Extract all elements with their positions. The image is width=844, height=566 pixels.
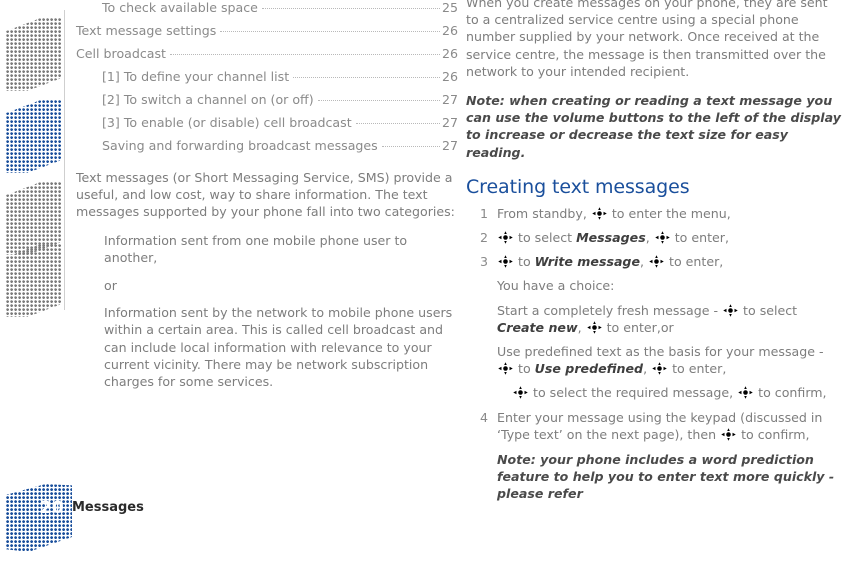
list-item: or (104, 278, 117, 294)
page-title: Creating text messages (466, 175, 690, 198)
toc-entry-page: 27 (441, 115, 458, 130)
choice-create-new: Start a completely fresh message - to se… (497, 302, 798, 335)
navigation-key-icon (498, 362, 513, 375)
emphasised-term: Write message (534, 254, 640, 270)
toc-entry-label: [3] To enable (or disable) cell broadcas… (102, 115, 352, 130)
choice-select-message: to select the required message, to confi… (466, 384, 842, 401)
toc-dot-leader (317, 100, 440, 101)
toc-dot-leader (355, 123, 440, 124)
navigation-key-icon (513, 386, 528, 400)
step-text: to Write message, to enter, (497, 253, 842, 270)
navigation-key-icon (586, 321, 602, 334)
toc-entry[interactable]: To check available space 25 (76, 0, 458, 19)
list-item: Information sent from one mobile phone u… (104, 232, 408, 265)
footer-section-title: Messages (72, 500, 144, 515)
toc-entry[interactable]: [1] To define your channel list 26 (76, 65, 458, 88)
toc-dot-leader (381, 146, 440, 147)
note-volume-buttons: Note: when creating or reading a text me… (466, 93, 841, 160)
toc-dot-leader (170, 54, 440, 55)
toc-entry[interactable]: Saving and forwarding broadcast messages… (76, 134, 458, 157)
step-number: 1 (479, 205, 488, 221)
toc-dot-leader (293, 77, 440, 78)
table-of-contents: To check available space 25 Text message s… (76, 0, 458, 157)
section-tab-active-messages (6, 100, 62, 173)
toc-entry-page: 26 (441, 69, 458, 84)
step-text: From standby, to enter the menu, (497, 205, 731, 221)
toc-entry-page: 27 (441, 138, 458, 153)
section-tab-strip (0, 0, 64, 480)
navigation-key-icon (649, 255, 664, 268)
toc-entry-label: To check available space (102, 0, 258, 15)
footer-blob-graphic (6, 484, 72, 552)
navigation-key-icon (498, 255, 513, 268)
toc-entry-label: [1] To define your channel list (102, 69, 290, 84)
toc-entry-label: Cell broadcast (76, 46, 166, 61)
navigation-key-icon (498, 231, 513, 244)
toc-entry-label: Saving and forwarding broadcast messages (102, 138, 378, 153)
step-text: to select Messages, to enter, (497, 229, 842, 246)
left-column: To check available space 25 Text message s… (76, 0, 458, 390)
note-word-prediction: Note: your phone includes a word predict… (497, 452, 835, 502)
toc-entry[interactable]: Cell broadcast 26 (76, 42, 458, 65)
right-column: When you create messages on your phone, … (466, 0, 842, 503)
step-number: 3 (479, 254, 488, 270)
navigation-key-icon (654, 231, 670, 244)
column-divider-rule (64, 10, 65, 310)
step-number: 4 (479, 409, 488, 425)
choice-use-predefined: Use predefined text as the basis for you… (497, 344, 824, 377)
numbered-step-4: 4 Enter your message using the keypad (di… (466, 409, 842, 443)
service-centre-paragraph: When you create messages on your phone, … (466, 0, 828, 79)
page-footer: 20 Messages (0, 484, 300, 556)
toc-dot-leader (261, 8, 440, 9)
step-item: 2 to select Messages, to enter, (466, 229, 842, 246)
emphasised-term: Messages (576, 230, 646, 246)
emphasised-term: Use predefined (534, 361, 644, 377)
numbered-steps: 1 From standby, to enter the menu, 2 to se… (466, 205, 842, 271)
intro-paragraph: Text messages (or Short Messaging Servic… (76, 170, 455, 220)
page-number: 20 (40, 498, 64, 518)
navigation-key-icon (738, 386, 753, 400)
toc-dot-leader (220, 31, 440, 32)
toc-entry-page: 27 (441, 92, 458, 107)
emphasised-term: Create new (497, 319, 578, 335)
section-tab-inactive-1 (6, 18, 62, 91)
toc-entry-page: 25 (441, 0, 458, 15)
step-item: 4 Enter your message using the keypad (di… (466, 409, 842, 443)
toc-entry-label: Text message settings (76, 23, 217, 38)
choice-intro: You have a choice: (497, 278, 615, 294)
toc-entry[interactable]: Text message settings 26 (76, 19, 458, 42)
toc-entry-page: 26 (441, 23, 458, 38)
section-tab-inactive-3 (6, 244, 62, 317)
toc-entry-label: [2] To switch a channel on (or off) (102, 92, 314, 107)
navigation-key-icon (721, 428, 736, 441)
navigation-key-icon (652, 362, 667, 375)
navigation-key-icon (723, 303, 738, 317)
toc-entry[interactable]: [3] To enable (or disable) cell broadcas… (76, 111, 458, 134)
toc-entry[interactable]: [2] To switch a channel on (or off) 27 (76, 88, 458, 111)
step-item: 3 to Write message, to enter, (466, 253, 842, 270)
navigation-key-icon (592, 207, 607, 220)
step-number: 2 (479, 230, 488, 246)
list-item: Information sent by the network to mobil… (104, 305, 453, 390)
step-text: Enter your message using the keypad (dis… (497, 409, 823, 442)
toc-entry-page: 26 (441, 46, 458, 61)
manual-page: To check available space 25 Text message s… (0, 0, 844, 566)
step-item: 1 From standby, to enter the menu, (466, 205, 842, 222)
